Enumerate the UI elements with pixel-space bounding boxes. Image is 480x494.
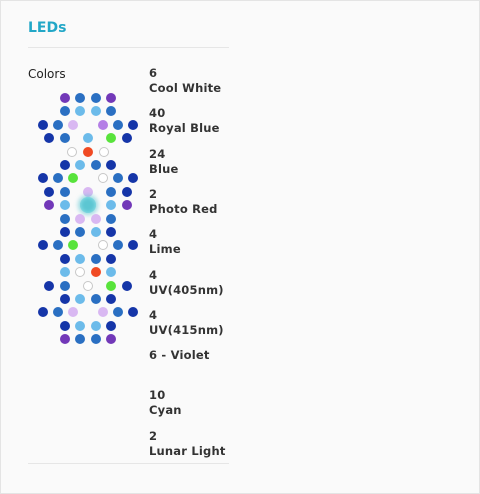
colors-label: Colors bbox=[28, 67, 66, 81]
legend-item: 6 - Violet bbox=[149, 348, 269, 363]
legend-count: 6 bbox=[149, 66, 158, 80]
legend-item: 6 Cool White bbox=[149, 66, 269, 96]
legend-color-name: Royal Blue bbox=[149, 121, 220, 136]
legend-count: 2 bbox=[149, 186, 158, 201]
legend-count: 10 bbox=[149, 388, 166, 403]
legend-color-name: Cyan bbox=[149, 403, 182, 418]
legend-color-name: 6 - Violet bbox=[149, 348, 210, 363]
legend-color-name: UV(415nm) bbox=[149, 322, 224, 337]
legend-color-name: Lunar Light bbox=[149, 443, 226, 458]
legend-count: 4 bbox=[149, 307, 158, 322]
legend-color-name: Photo Red bbox=[149, 201, 218, 216]
divider-bottom bbox=[28, 463, 229, 464]
legend-color-name: UV(405nm) bbox=[149, 282, 224, 297]
divider-top bbox=[28, 47, 229, 48]
legend-count: 4 bbox=[149, 267, 158, 282]
leds-panel: LEDs Colors 6 Cool White 40 Royal Blue 24 Blu… bbox=[0, 0, 480, 494]
legend-item: 4 UV(405nm) bbox=[149, 268, 269, 298]
legend-item: 2 Photo Red bbox=[149, 187, 269, 217]
legend-item: 40 Royal Blue bbox=[149, 106, 269, 136]
legend-item: 10 Cyan bbox=[149, 388, 269, 418]
legend-count: 2 bbox=[149, 428, 158, 443]
legend-color-name: Cool White bbox=[149, 81, 222, 95]
legend-count: 24 bbox=[149, 146, 166, 161]
legend-count: 40 bbox=[149, 106, 166, 121]
legend-item: 4 Lime bbox=[149, 227, 269, 257]
section-title: LEDs bbox=[28, 20, 67, 36]
legend-item: 2 Lunar Light bbox=[149, 429, 269, 459]
legend-item: 4 UV(415nm) bbox=[149, 308, 269, 338]
legend-count: 4 bbox=[149, 227, 158, 242]
legend-item: 24 Blue bbox=[149, 147, 269, 177]
legend-color-name: Blue bbox=[149, 161, 179, 176]
legend-color-name: Lime bbox=[149, 242, 181, 257]
